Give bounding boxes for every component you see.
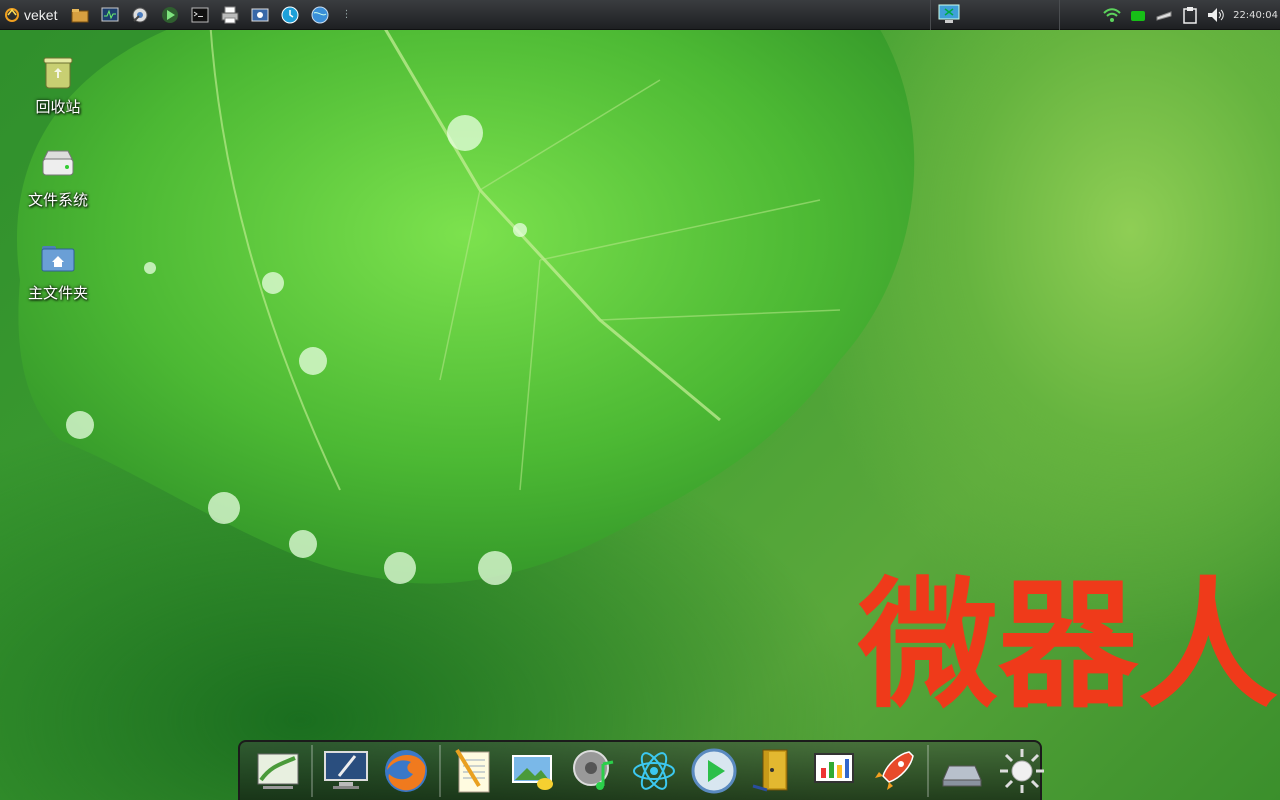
trash-icon [43,57,73,89]
home-folder-icon[interactable] [69,4,91,26]
music-player-icon[interactable] [567,744,621,798]
start-menu-label: veket [24,6,58,23]
dock-separator [927,745,929,797]
desktop-icon-home[interactable]: 主文件夹 [18,238,98,303]
monitor-settings-icon[interactable] [319,744,373,798]
desktop-window-icon[interactable] [937,2,961,26]
image-paint-icon[interactable] [507,744,561,798]
clipboard-icon[interactable] [1179,4,1201,26]
rocket-icon[interactable] [867,744,921,798]
atom-science-icon[interactable] [627,744,681,798]
terminal-icon[interactable] [189,4,211,26]
media-play-icon[interactable] [687,744,741,798]
desktop-icon-label: 回收站 [35,98,81,116]
taskbar [930,0,1060,30]
desktop-wallpaper-icon[interactable] [251,744,305,798]
exit-door-icon[interactable] [747,744,801,798]
battery-icon[interactable] [1127,4,1149,26]
clock-display[interactable]: 22:40:04 [1233,10,1278,21]
system-tray: 22:40:04 [1099,0,1280,30]
desktop-icon-label: 主文件夹 [27,284,88,302]
dock-separator [311,745,313,797]
drive-icon [42,150,74,176]
settings-wizard-icon[interactable] [129,4,151,26]
network-drive-icon[interactable] [1153,4,1175,26]
top-panel: veket ⋮ 22:40:04 [0,0,1280,30]
desktop-icon-filesystem[interactable]: 文件系统 [18,145,98,210]
browser-globe-icon[interactable] [309,4,331,26]
quick-launch-bar: ⋮ [65,4,351,26]
desktop-icon-trash[interactable]: 回收站 [18,52,98,117]
wallpaper-leaf [17,20,915,585]
screenshot-icon[interactable] [249,4,271,26]
home-folder-icon [41,246,75,272]
clock-icon[interactable] [279,4,301,26]
brightness-sun-icon[interactable] [995,744,1049,798]
wifi-icon[interactable] [1101,4,1123,26]
presentation-chart-icon[interactable] [807,744,861,798]
watermark-text: 微器人 [858,572,1279,722]
text-editor-icon[interactable] [447,744,501,798]
launcher-separator: ⋮ [341,9,352,20]
start-menu-button[interactable]: veket [0,0,63,30]
dock-separator [439,745,441,797]
system-monitor-icon[interactable] [99,4,121,26]
volume-icon[interactable] [1205,4,1227,26]
veket-logo-icon [5,7,19,22]
run-icon[interactable] [159,4,181,26]
desktop-icon-label: 文件系统 [27,191,88,209]
firefox-icon[interactable] [379,744,433,798]
hard-disk-icon[interactable] [935,744,989,798]
printer-icon[interactable] [219,4,241,26]
bottom-dock [238,740,1044,800]
